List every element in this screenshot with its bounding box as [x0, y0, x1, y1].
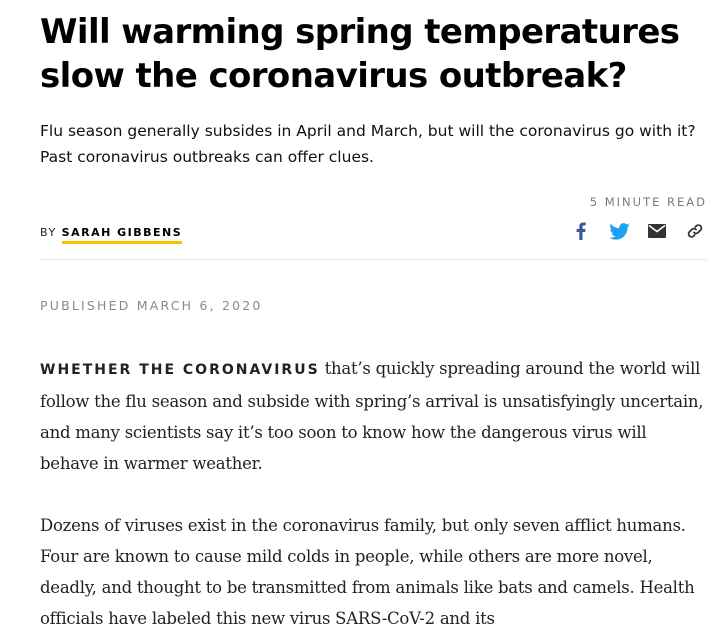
paragraph-lead-in: WHETHER THE CORONAVIRUS — [40, 362, 320, 378]
twitter-icon[interactable] — [607, 220, 631, 242]
facebook-icon[interactable] — [569, 220, 593, 242]
body-paragraph-1: WHETHER THE CORONAVIRUS that’s quickly s… — [40, 353, 708, 479]
author-link[interactable]: SARAH GIBBENS — [61, 226, 183, 244]
share-bar — [569, 220, 707, 242]
link-icon[interactable] — [683, 220, 707, 242]
email-icon[interactable] — [645, 220, 669, 242]
byline: BY SARAH GIBBENS — [40, 226, 183, 244]
body-paragraph-2: Dozens of viruses exist in the coronavir… — [40, 516, 695, 628]
byline-prefix: BY — [40, 226, 57, 239]
article-dek: Flu season generally subsides in April a… — [40, 122, 696, 166]
article-headline: Will warming spring temperatures slow th… — [40, 12, 680, 96]
header-divider — [40, 259, 707, 260]
read-time: 5 MINUTE READ — [589, 195, 707, 209]
published-date: PUBLISHED MARCH 6, 2020 — [40, 298, 263, 313]
